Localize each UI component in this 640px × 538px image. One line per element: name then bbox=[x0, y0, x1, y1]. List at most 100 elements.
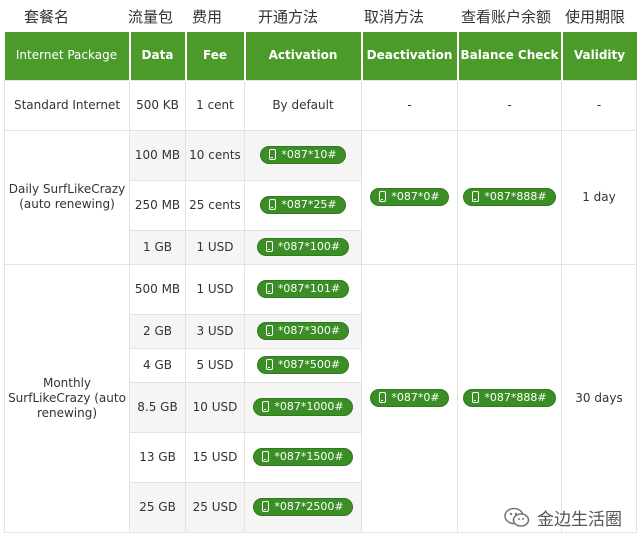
cn-header-deactivation: 取消方法 bbox=[364, 8, 425, 26]
ussd-code-pill[interactable]: *087*2500# bbox=[253, 497, 353, 516]
ussd-code-pill[interactable]: *087*1500# bbox=[253, 447, 353, 466]
phone-icon bbox=[265, 283, 273, 295]
ussd-code-pill[interactable]: *087*10# bbox=[260, 145, 346, 164]
fee-cell: 5 USD bbox=[185, 347, 245, 383]
ussd-code: *087*300# bbox=[277, 324, 341, 338]
activation-cell: *087*25# bbox=[244, 179, 362, 231]
col-header-deactivation: Deactivation bbox=[361, 32, 459, 80]
ussd-code-pill[interactable]: *087*300# bbox=[256, 321, 350, 340]
ussd-code: *087*888# bbox=[484, 391, 547, 405]
fee-cell: 15 USD bbox=[185, 431, 245, 483]
ussd-code-pill[interactable]: *087*101# bbox=[256, 279, 350, 298]
fee-cell: 10 cents bbox=[185, 129, 245, 181]
validity-cell: 30 days bbox=[561, 263, 637, 533]
watermark-text: 金边生活圈 bbox=[537, 510, 622, 530]
phone-icon bbox=[269, 199, 277, 211]
col-header-validity: Validity bbox=[561, 32, 637, 80]
deactivation-cell: *087*0# bbox=[361, 129, 458, 265]
data-cell: 500 MB bbox=[129, 263, 186, 315]
balance-cell: - bbox=[457, 79, 562, 131]
cn-header-data: 流量包 bbox=[128, 8, 174, 26]
ussd-code-pill[interactable]: *087*500# bbox=[256, 355, 350, 374]
deactivation-cell: - bbox=[361, 79, 458, 131]
ussd-code-pill[interactable]: *087*888# bbox=[463, 388, 556, 407]
ussd-code-pill[interactable]: *087*0# bbox=[370, 388, 449, 407]
package-name: Standard Internet bbox=[4, 79, 130, 131]
fee-cell: 1 USD bbox=[185, 263, 245, 315]
ussd-code: *087*888# bbox=[484, 190, 547, 204]
ussd-code: *087*0# bbox=[391, 391, 440, 405]
ussd-code: *087*1500# bbox=[274, 450, 344, 464]
ussd-code: *087*2500# bbox=[274, 500, 344, 514]
ussd-code-pill[interactable]: *087*100# bbox=[256, 237, 350, 256]
col-header-package: Internet Package bbox=[4, 32, 131, 80]
data-cell: 8.5 GB bbox=[129, 381, 186, 433]
col-header-activation: Activation bbox=[244, 32, 363, 80]
cn-header-package: 套餐名 bbox=[24, 8, 70, 26]
cn-header-validity: 使用期限 bbox=[565, 8, 626, 26]
activation-cell: *087*101# bbox=[244, 263, 362, 315]
phone-icon bbox=[262, 451, 270, 463]
table-row: Standard Internet 500 KB 1 cent By defau… bbox=[4, 79, 637, 131]
col-header-fee: Fee bbox=[185, 32, 246, 80]
phone-icon bbox=[472, 191, 480, 203]
fee-cell: 1 cent bbox=[185, 79, 245, 131]
ussd-code: *087*100# bbox=[277, 240, 341, 254]
ussd-code: *087*500# bbox=[277, 358, 341, 372]
ussd-code: *087*10# bbox=[281, 148, 337, 162]
data-cell: 250 MB bbox=[129, 179, 186, 231]
chinese-header-row: 套餐名 流量包 费用 开通方法 取消方法 查看账户余额 使用期限 bbox=[0, 0, 640, 32]
ussd-code: *087*0# bbox=[391, 190, 440, 204]
activation-cell: *087*1500# bbox=[244, 431, 362, 483]
ussd-code-pill[interactable]: *087*888# bbox=[463, 187, 556, 206]
fee-cell: 25 cents bbox=[185, 179, 245, 231]
phone-icon bbox=[472, 392, 480, 404]
cn-header-fee: 费用 bbox=[192, 8, 223, 26]
activation-cell: *087*10# bbox=[244, 129, 362, 181]
activation-cell: *087*300# bbox=[244, 313, 362, 349]
phone-icon bbox=[265, 241, 273, 253]
phone-icon bbox=[265, 359, 273, 371]
table-row: Monthly SurfLikeCrazy (auto renewing) 50… bbox=[4, 263, 637, 533]
validity-cell: 1 day bbox=[561, 129, 637, 265]
data-cell: 4 GB bbox=[129, 347, 186, 383]
fee-cell: 25 USD bbox=[185, 481, 245, 533]
validity-cell: - bbox=[561, 79, 637, 131]
phone-icon bbox=[262, 501, 270, 513]
data-cell: 1 GB bbox=[129, 229, 186, 265]
table-row: Daily SurfLikeCrazy (auto renewing) 100 … bbox=[4, 129, 637, 265]
ussd-code-pill[interactable]: *087*0# bbox=[370, 187, 449, 206]
phone-icon bbox=[379, 392, 387, 404]
cn-header-activation: 开通方法 bbox=[258, 8, 319, 26]
ussd-code: *087*101# bbox=[277, 282, 341, 296]
balance-cell: *087*888# bbox=[457, 129, 562, 265]
data-cell: 13 GB bbox=[129, 431, 186, 483]
table-header-row: Internet Package Data Fee Activation Dea… bbox=[4, 32, 637, 80]
phone-icon bbox=[379, 191, 387, 203]
cn-header-balance: 查看账户余额 bbox=[461, 8, 552, 26]
wechat-icon bbox=[503, 506, 531, 530]
phone-icon bbox=[265, 325, 273, 337]
col-header-data: Data bbox=[129, 32, 187, 80]
balance-cell: *087*888# bbox=[457, 263, 562, 533]
activation-cell: *087*2500# bbox=[244, 481, 362, 533]
watermark: 金边生活圈 bbox=[503, 505, 622, 530]
activation-cell: *087*500# bbox=[244, 347, 362, 383]
package-name: Monthly SurfLikeCrazy (auto renewing) bbox=[4, 263, 130, 533]
fee-cell: 3 USD bbox=[185, 313, 245, 349]
package-name: Daily SurfLikeCrazy (auto renewing) bbox=[4, 129, 130, 265]
activation-cell: *087*100# bbox=[244, 229, 362, 265]
data-cell: 2 GB bbox=[129, 313, 186, 349]
ussd-code-pill[interactable]: *087*25# bbox=[260, 195, 346, 214]
ussd-code-pill[interactable]: *087*1000# bbox=[253, 397, 353, 416]
activation-cell: By default bbox=[244, 79, 362, 131]
ussd-code: *087*25# bbox=[281, 198, 337, 212]
col-header-balance: Balance Check bbox=[457, 32, 563, 80]
ussd-code: *087*1000# bbox=[274, 400, 344, 414]
package-table: Internet Package Data Fee Activation Dea… bbox=[4, 32, 637, 533]
data-cell: 500 KB bbox=[129, 79, 186, 131]
phone-icon bbox=[262, 401, 270, 413]
data-cell: 25 GB bbox=[129, 481, 186, 533]
activation-cell: *087*1000# bbox=[244, 381, 362, 433]
data-cell: 100 MB bbox=[129, 129, 186, 181]
